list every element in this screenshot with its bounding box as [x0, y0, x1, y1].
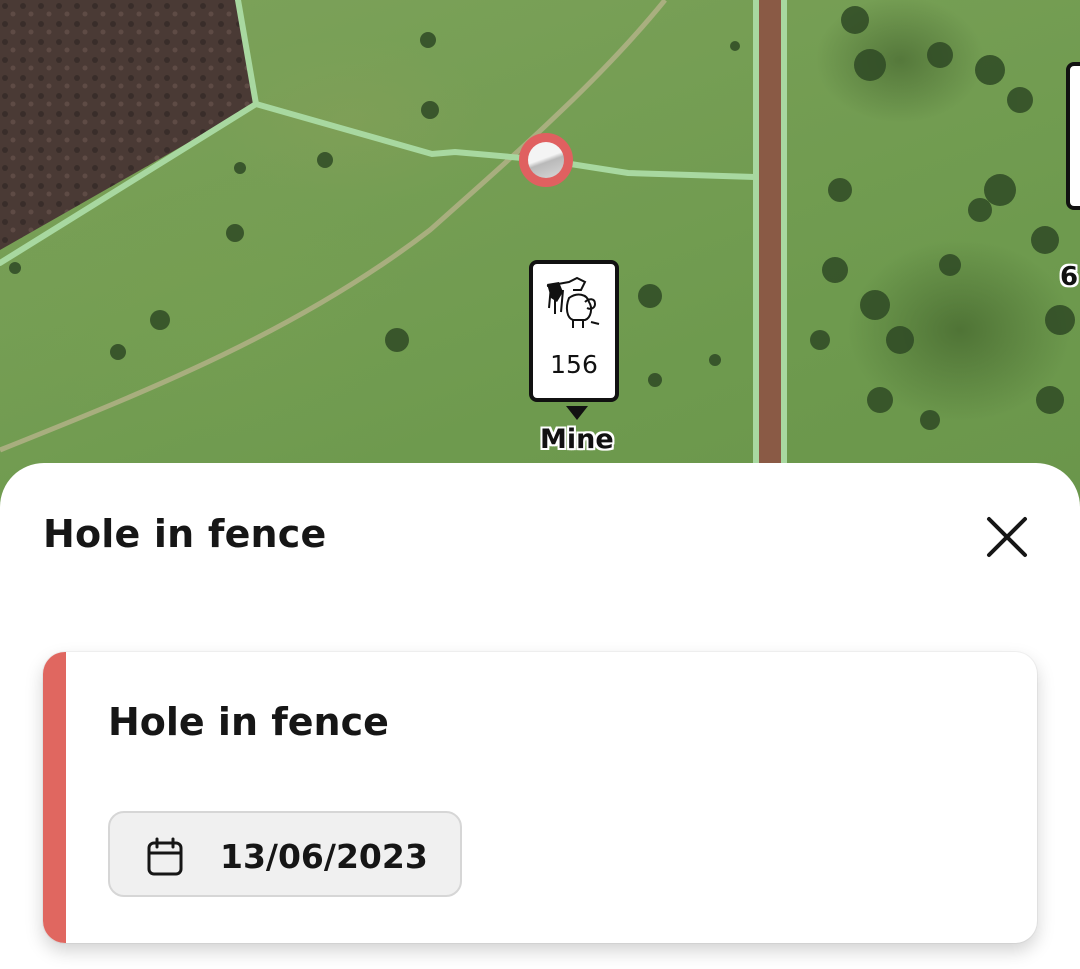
close-button[interactable]: [982, 512, 1032, 562]
card-accent-bar: [43, 652, 66, 943]
livestock-count: 156: [550, 350, 598, 379]
marker-pointer: [566, 406, 588, 420]
road: [758, 0, 782, 469]
card-title: Hole in fence: [108, 700, 389, 744]
calendar-icon: [147, 837, 183, 876]
hole-marker-center: [528, 142, 564, 178]
issue-card[interactable]: Hole in fence 13/06/2023: [43, 652, 1037, 943]
side-marker-label: 6: [1060, 262, 1079, 292]
livestock-marker[interactable]: 156: [529, 260, 619, 402]
cow-sheep-icon: [546, 276, 600, 328]
paddock-label[interactable]: Mine: [540, 424, 614, 455]
sheet-title: Hole in fence: [43, 512, 327, 556]
hole-in-fence-marker-icon[interactable]: [519, 133, 573, 187]
date-chip[interactable]: 13/06/2023: [108, 811, 462, 897]
side-marker[interactable]: [1066, 62, 1080, 210]
close-icon: [987, 517, 1027, 557]
date-value: 13/06/2023: [220, 837, 428, 876]
